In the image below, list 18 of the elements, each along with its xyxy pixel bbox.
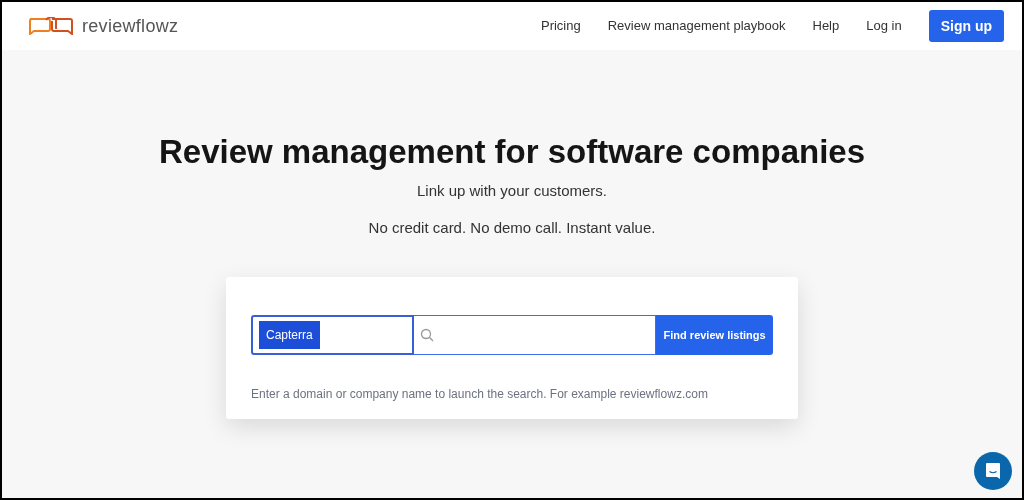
selected-platform: Capterra <box>259 321 320 349</box>
nav-link[interactable]: Log in <box>866 16 902 36</box>
nav-link[interactable]: Help <box>812 16 840 36</box>
hero-tagline: No credit card. No demo call. Instant value. <box>368 217 656 238</box>
logo-icon <box>26 17 74 35</box>
nav-link[interactable]: Pricing <box>540 16 581 36</box>
search-hint: Enter a domain or company name to launch the search. For example reviewflowz.com <box>251 386 709 403</box>
sign-up-button[interactable]: Sign up <box>928 10 1004 42</box>
chat-icon <box>985 462 1001 480</box>
hero-title: Review management for software companies <box>158 132 866 172</box>
search-icon <box>419 328 434 342</box>
find-listings-button[interactable]: Find review listings <box>656 315 773 355</box>
platform-select[interactable]: Capterra <box>251 315 414 355</box>
chat-button[interactable] <box>974 452 1012 490</box>
logo-text: reviewflowz <box>82 14 179 38</box>
search-field[interactable] <box>413 315 657 355</box>
hero-subtitle: Link up with your customers. <box>416 181 608 201</box>
nav-link[interactable]: Review management playbook <box>607 16 786 36</box>
